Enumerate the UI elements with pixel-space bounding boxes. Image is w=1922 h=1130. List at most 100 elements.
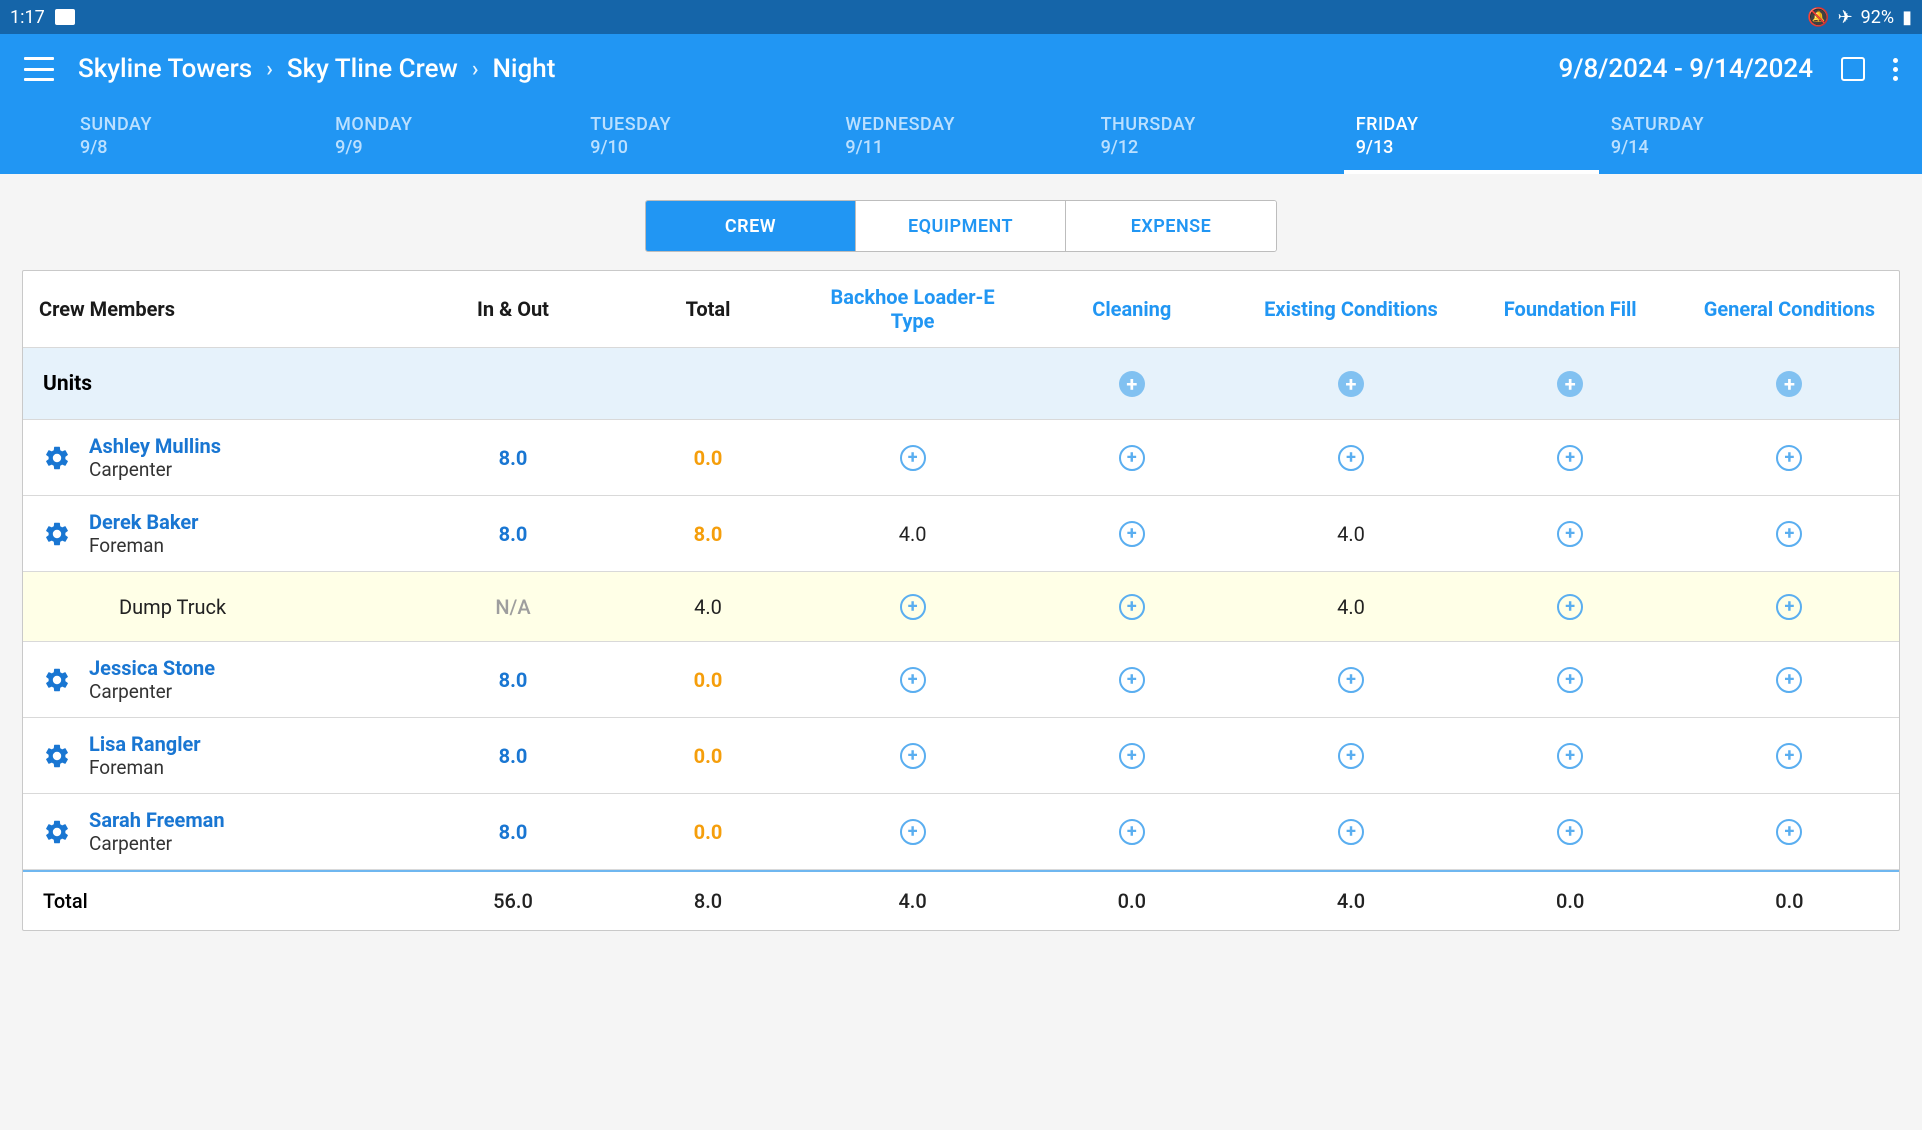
hours-value[interactable]: 4.0 (899, 522, 927, 546)
add-hours-icon[interactable] (900, 743, 926, 769)
add-hours-icon[interactable] (1557, 521, 1583, 547)
in-out-value[interactable]: 8.0 (499, 522, 528, 546)
add-hours-icon[interactable] (1776, 594, 1802, 620)
gear-icon[interactable] (43, 444, 71, 472)
day-name: THURSDAY (1101, 114, 1332, 135)
crew-member-row: Lisa RanglerForeman8.00.0 (23, 718, 1899, 794)
units-row: Units (23, 348, 1899, 420)
day-tab-9-9[interactable]: MONDAY9/9 (323, 104, 578, 174)
calendar-icon[interactable] (1841, 57, 1865, 81)
member-name[interactable]: Ashley Mullins (89, 434, 221, 458)
total-value[interactable]: 0.0 (694, 668, 723, 692)
col-cost-4[interactable]: Foundation Fill (1461, 291, 1680, 327)
add-hours-icon[interactable] (1119, 594, 1145, 620)
add-hours-icon[interactable] (900, 667, 926, 693)
add-hours-icon[interactable] (1119, 521, 1145, 547)
segment-expense[interactable]: EXPENSE (1066, 201, 1276, 251)
add-units-icon[interactable] (1338, 371, 1364, 397)
add-units-icon[interactable] (1557, 371, 1583, 397)
gear-icon[interactable] (43, 742, 71, 770)
member-name[interactable]: Lisa Rangler (89, 732, 201, 756)
gear-icon[interactable] (43, 666, 71, 694)
segment-equipment[interactable]: EQUIPMENT (856, 201, 1066, 251)
add-hours-icon[interactable] (1338, 667, 1364, 693)
segment-control: CREW EQUIPMENT EXPENSE (645, 200, 1277, 252)
add-hours-icon[interactable] (900, 594, 926, 620)
breadcrumb-project[interactable]: Skyline Towers (78, 54, 252, 84)
total-value[interactable]: 8.0 (694, 522, 723, 546)
day-date: 9/12 (1101, 137, 1332, 158)
day-tab-9-12[interactable]: THURSDAY9/12 (1089, 104, 1344, 174)
hours-value[interactable]: 4.0 (1337, 522, 1365, 546)
total-value[interactable]: 0.0 (694, 744, 723, 768)
add-hours-icon[interactable] (1776, 521, 1802, 547)
more-vert-icon[interactable] (1893, 58, 1898, 81)
gear-icon[interactable] (43, 520, 71, 548)
day-name: FRIDAY (1356, 114, 1587, 135)
in-out-value[interactable]: N/A (495, 595, 530, 619)
day-date: 9/9 (335, 137, 566, 158)
app-bar: Skyline Towers › Sky Tline Crew › Night … (0, 34, 1922, 104)
day-tab-9-8[interactable]: SUNDAY9/8 (68, 104, 323, 174)
add-hours-icon[interactable] (1119, 819, 1145, 845)
hamburger-menu-icon[interactable] (24, 57, 54, 81)
total-c4: 0.0 (1461, 883, 1680, 919)
total-value[interactable]: 0.0 (694, 446, 723, 470)
add-hours-icon[interactable] (1557, 445, 1583, 471)
add-hours-icon[interactable] (900, 445, 926, 471)
add-hours-icon[interactable] (1776, 667, 1802, 693)
add-hours-icon[interactable] (1338, 445, 1364, 471)
member-role: Carpenter (89, 458, 221, 481)
day-tab-9-11[interactable]: WEDNESDAY9/11 (833, 104, 1088, 174)
in-out-value[interactable]: 8.0 (499, 744, 528, 768)
add-units-icon[interactable] (1776, 371, 1802, 397)
col-cost-1[interactable]: Backhoe Loader-E Type (803, 279, 1022, 339)
crew-member-row: Derek BakerForeman8.08.04.04.0 (23, 496, 1899, 572)
total-value[interactable]: 4.0 (694, 595, 722, 619)
col-total: Total (613, 291, 803, 327)
screenshot-icon (55, 9, 75, 25)
add-hours-icon[interactable] (1119, 743, 1145, 769)
chevron-right-icon: › (472, 57, 479, 82)
add-units-icon[interactable] (1119, 371, 1145, 397)
equipment-name: Dump Truck (119, 595, 226, 619)
day-tab-9-10[interactable]: TUESDAY9/10 (578, 104, 833, 174)
add-hours-icon[interactable] (1776, 445, 1802, 471)
member-role: Carpenter (89, 832, 225, 855)
timesheet-table: Crew Members In & Out Total Backhoe Load… (22, 270, 1900, 931)
member-name[interactable]: Jessica Stone (89, 656, 215, 680)
hours-value[interactable]: 4.0 (1337, 595, 1365, 619)
total-value[interactable]: 0.0 (694, 820, 723, 844)
col-cost-2[interactable]: Cleaning (1022, 291, 1241, 327)
col-in-out: In & Out (413, 291, 613, 327)
day-tab-9-14[interactable]: SATURDAY9/14 (1599, 104, 1854, 174)
add-hours-icon[interactable] (1776, 819, 1802, 845)
in-out-value[interactable]: 8.0 (499, 446, 528, 470)
add-hours-icon[interactable] (1119, 667, 1145, 693)
add-hours-icon[interactable] (1557, 667, 1583, 693)
segment-crew[interactable]: CREW (646, 201, 856, 251)
day-tab-9-13[interactable]: FRIDAY9/13 (1344, 104, 1599, 174)
add-hours-icon[interactable] (1776, 743, 1802, 769)
member-name[interactable]: Sarah Freeman (89, 808, 225, 832)
equipment-subrow: Dump Truck N/A 4.0 4.0 (23, 572, 1899, 642)
member-name[interactable]: Derek Baker (89, 510, 198, 534)
in-out-value[interactable]: 8.0 (499, 820, 528, 844)
in-out-value[interactable]: 8.0 (499, 668, 528, 692)
day-name: TUESDAY (590, 114, 821, 135)
add-hours-icon[interactable] (1557, 819, 1583, 845)
add-hours-icon[interactable] (1557, 743, 1583, 769)
col-cost-3[interactable]: Existing Conditions (1241, 291, 1460, 327)
date-range-label[interactable]: 9/8/2024 - 9/14/2024 (1559, 54, 1813, 84)
add-hours-icon[interactable] (1119, 445, 1145, 471)
gear-icon[interactable] (43, 818, 71, 846)
day-name: WEDNESDAY (845, 114, 1076, 135)
add-hours-icon[interactable] (1338, 743, 1364, 769)
col-cost-5[interactable]: General Conditions (1680, 291, 1899, 327)
add-hours-icon[interactable] (1338, 819, 1364, 845)
add-hours-icon[interactable] (900, 819, 926, 845)
breadcrumb-shift[interactable]: Night (492, 54, 555, 84)
breadcrumb-crew[interactable]: Sky Tline Crew (287, 54, 458, 84)
total-total: 8.0 (613, 883, 803, 919)
add-hours-icon[interactable] (1557, 594, 1583, 620)
